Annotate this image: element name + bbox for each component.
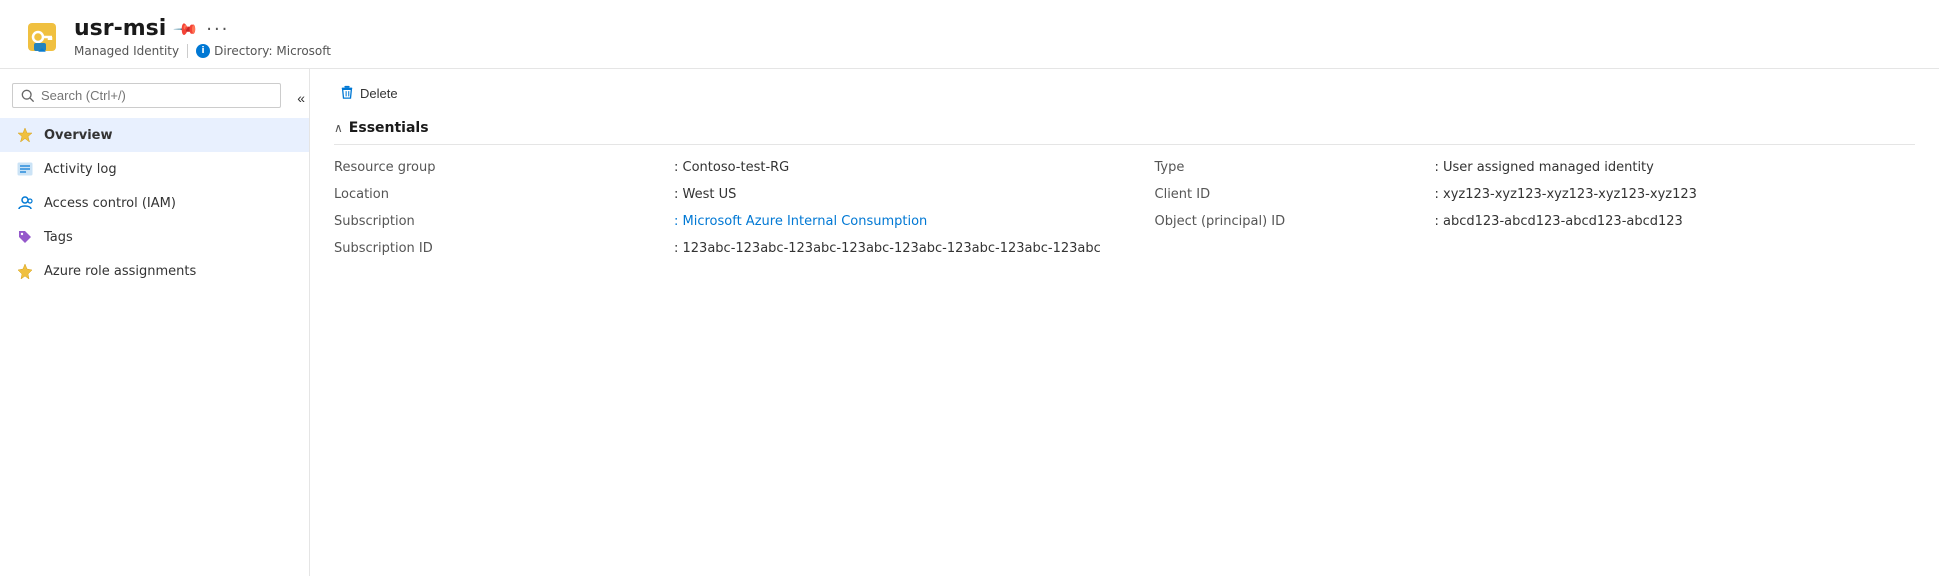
access-control-icon <box>16 194 34 212</box>
delete-button[interactable]: Delete <box>334 81 404 106</box>
activity-log-icon <box>16 160 34 178</box>
resource-type-label: Managed Identity <box>74 44 179 58</box>
search-bar[interactable] <box>12 83 281 108</box>
resource-name: usr-msi <box>74 16 166 42</box>
subscription-link[interactable]: Microsoft Azure Internal Consumption <box>683 214 928 229</box>
location-value: West US <box>683 187 737 202</box>
content-area: Delete ∧ Essentials Resource group : Con… <box>310 69 1939 576</box>
field-value-type: : User assigned managed identity <box>1435 157 1916 178</box>
field-separator-subid: : <box>674 241 683 256</box>
field-label-subscription-id: Subscription ID <box>334 238 674 259</box>
field-separator-client: : <box>1435 187 1444 202</box>
sidebar-item-activity-log-label: Activity log <box>44 162 117 177</box>
tags-icon <box>16 228 34 246</box>
sidebar-item-azure-role-assignments-label: Azure role assignments <box>44 264 196 279</box>
info-icon: i <box>196 44 210 58</box>
search-icon <box>21 89 35 103</box>
directory-info: i Directory: Microsoft <box>196 44 331 58</box>
field-separator-obj: : <box>1435 214 1444 229</box>
field-value-resource-group: : Contoso-test-RG <box>674 157 1155 178</box>
directory-label: Directory: Microsoft <box>214 44 331 58</box>
resource-header: usr-msi 📌 ··· Managed Identity i Directo… <box>0 0 1939 69</box>
sidebar-item-access-control[interactable]: Access control (IAM) <box>0 186 309 220</box>
field-label-location: Location <box>334 184 674 205</box>
sidebar-item-azure-role-assignments[interactable]: Azure role assignments <box>0 254 309 288</box>
field-value-subscription-id: : 123abc-123abc-123abc-123abc-123abc-123… <box>674 238 1915 259</box>
main-layout: « Overview <box>0 69 1939 576</box>
azure-role-icon <box>16 262 34 280</box>
field-label-resource-group: Resource group <box>334 157 674 178</box>
page: usr-msi 📌 ··· Managed Identity i Directo… <box>0 0 1939 576</box>
subscription-id-value: 123abc-123abc-123abc-123abc-123abc-123ab… <box>683 241 1101 256</box>
sidebar-item-activity-log[interactable]: Activity log <box>0 152 309 186</box>
toolbar: Delete <box>334 81 1915 106</box>
field-value-location: : West US <box>674 184 1155 205</box>
type-value: User assigned managed identity <box>1443 160 1654 175</box>
resource-subtitle: Managed Identity i Directory: Microsoft <box>74 44 331 58</box>
field-label-client-id: Client ID <box>1155 184 1435 205</box>
sidebar-item-access-control-label: Access control (IAM) <box>44 196 176 211</box>
field-value-object-id: : abcd123-abcd123-abcd123-abcd123 <box>1435 211 1916 232</box>
delete-label: Delete <box>360 86 398 101</box>
field-separator-type: : <box>1435 160 1444 175</box>
more-icon[interactable]: ··· <box>206 19 229 40</box>
essentials-grid: Resource group : Contoso-test-RG Type : … <box>334 157 1915 259</box>
resource-title-block: usr-msi 📌 ··· Managed Identity i Directo… <box>74 16 331 58</box>
sidebar-item-overview-label: Overview <box>44 128 113 143</box>
sidebar: « Overview <box>0 69 310 576</box>
sidebar-item-tags-label: Tags <box>44 230 73 245</box>
field-label-subscription: Subscription <box>334 211 674 232</box>
field-value-subscription[interactable]: : Microsoft Azure Internal Consumption <box>674 211 1155 232</box>
sidebar-item-tags[interactable]: Tags <box>0 220 309 254</box>
search-input[interactable] <box>41 88 272 103</box>
essentials-title: Essentials <box>349 120 429 136</box>
field-separator-sub: : <box>674 214 683 229</box>
chevron-icon[interactable]: ∧ <box>334 121 343 135</box>
field-separator-loc: : <box>674 187 683 202</box>
essentials-section-header: ∧ Essentials <box>334 120 1915 145</box>
field-value-client-id: : xyz123-xyz123-xyz123-xyz123-xyz123 <box>1435 184 1916 205</box>
pin-icon[interactable]: 📌 <box>172 15 200 43</box>
overview-icon <box>16 126 34 144</box>
field-label-type: Type <box>1155 157 1435 178</box>
delete-icon <box>340 85 354 102</box>
sidebar-item-overview[interactable]: Overview <box>0 118 309 152</box>
rg-value: Contoso-test-RG <box>683 160 790 175</box>
collapse-sidebar-button[interactable]: « <box>293 88 309 108</box>
client-id-value: xyz123-xyz123-xyz123-xyz123-xyz123 <box>1443 187 1697 202</box>
object-id-value: abcd123-abcd123-abcd123-abcd123 <box>1443 214 1683 229</box>
field-separator-rg: : <box>674 160 683 175</box>
resource-icon <box>24 19 60 55</box>
field-label-object-id: Object (principal) ID <box>1155 211 1435 232</box>
subtitle-divider <box>187 44 188 58</box>
